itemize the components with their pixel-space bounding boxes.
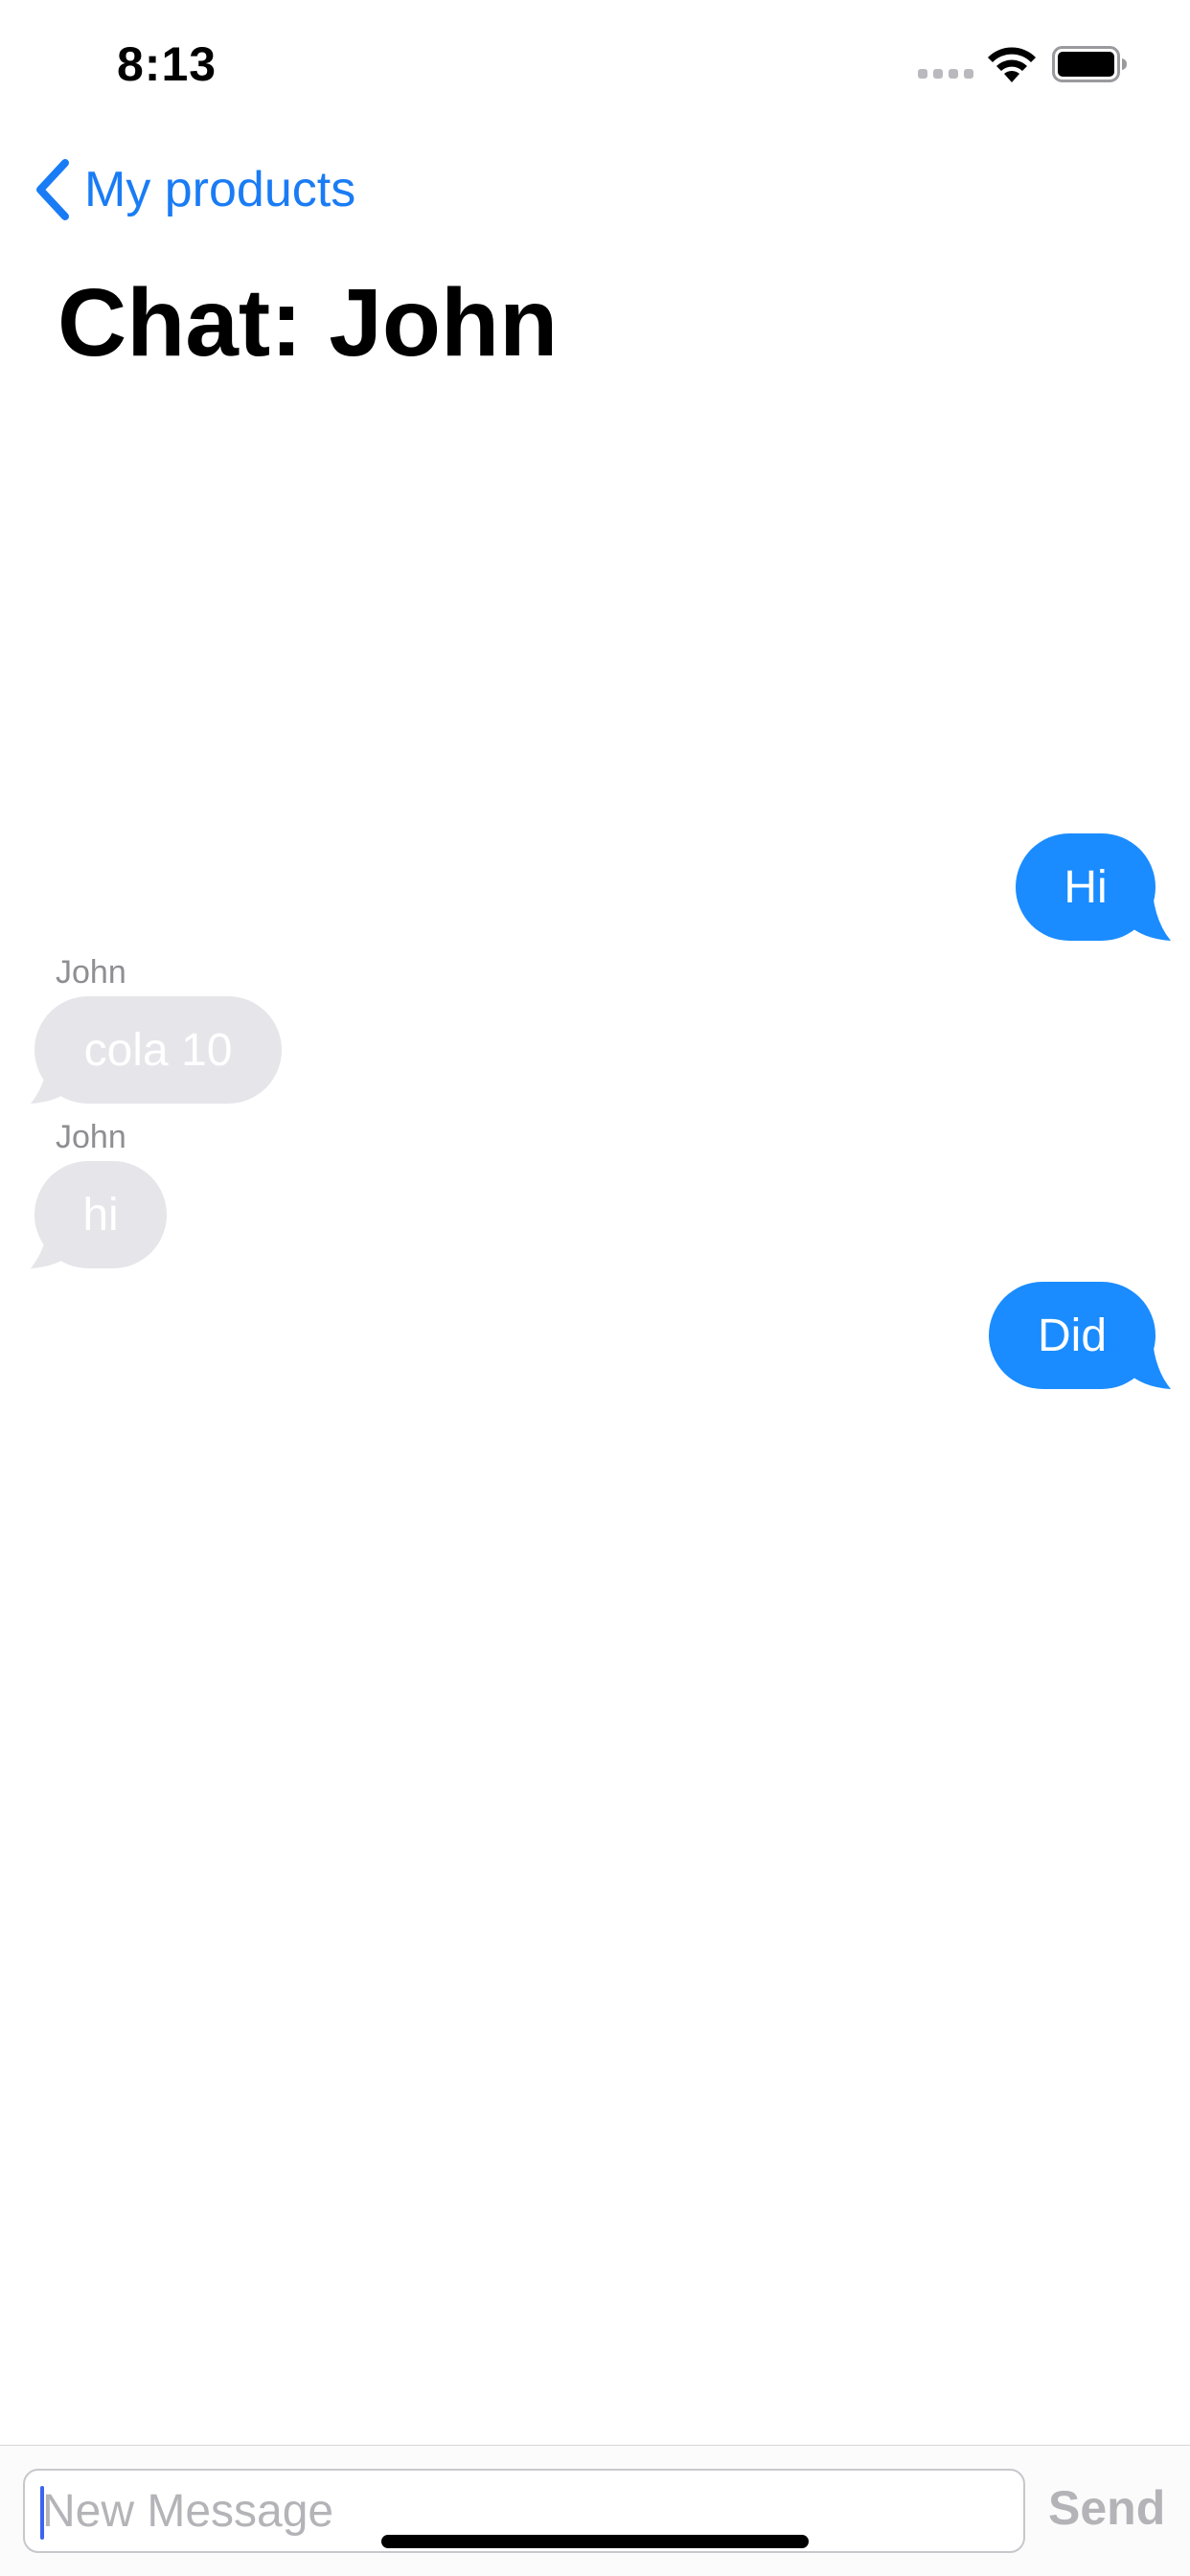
message-text: hi xyxy=(82,1189,119,1241)
message-text: cola 10 xyxy=(83,1024,233,1076)
incoming-message-bubble: hi xyxy=(34,1161,167,1268)
message-text: Did xyxy=(1037,1310,1108,1361)
bubble-tail xyxy=(1127,1324,1171,1389)
send-button[interactable]: Send xyxy=(1048,2480,1165,2536)
incoming-message-bubble: cola 10 xyxy=(34,996,282,1104)
home-indicator[interactable] xyxy=(381,2535,809,2548)
sender-name: John xyxy=(56,1119,126,1155)
bubble-tail xyxy=(1127,876,1171,941)
text-cursor xyxy=(40,2486,44,2540)
sender-name: John xyxy=(56,954,126,991)
message-text: Hi xyxy=(1064,861,1108,913)
message-list: Hi John cola 10 John hi Did xyxy=(0,0,1190,2443)
message-composer: Send xyxy=(0,2445,1190,2576)
